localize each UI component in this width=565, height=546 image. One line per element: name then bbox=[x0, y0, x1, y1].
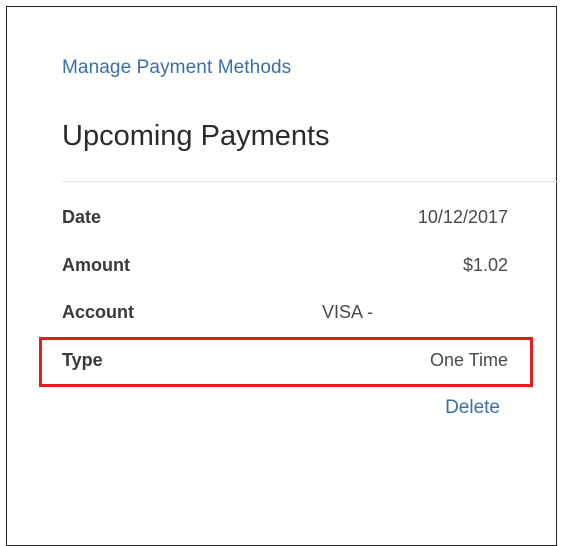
page-title: Upcoming Payments bbox=[62, 120, 330, 152]
payment-row-date: Date 10/12/2017 bbox=[62, 207, 508, 233]
delete-payment-link[interactable]: Delete bbox=[445, 397, 500, 419]
payment-row-account: Account VISA - bbox=[62, 302, 508, 328]
manage-payment-methods-link[interactable]: Manage Payment Methods bbox=[62, 57, 291, 79]
account-value: VISA - bbox=[322, 302, 374, 322]
date-label: Date bbox=[62, 207, 102, 227]
amount-label: Amount bbox=[62, 255, 130, 275]
account-label: Account bbox=[62, 302, 134, 322]
payment-row-amount: Amount $1.02 bbox=[62, 255, 508, 281]
payment-row-type: Type One Time bbox=[62, 350, 508, 376]
type-value: One Time bbox=[429, 350, 508, 370]
amount-value: $1.02 bbox=[462, 255, 508, 275]
type-label: Type bbox=[62, 350, 103, 370]
payment-panel: Manage Payment Methods Upcoming Payments… bbox=[6, 6, 558, 546]
title-divider bbox=[62, 181, 558, 182]
date-value: 10/12/2017 bbox=[417, 207, 508, 227]
